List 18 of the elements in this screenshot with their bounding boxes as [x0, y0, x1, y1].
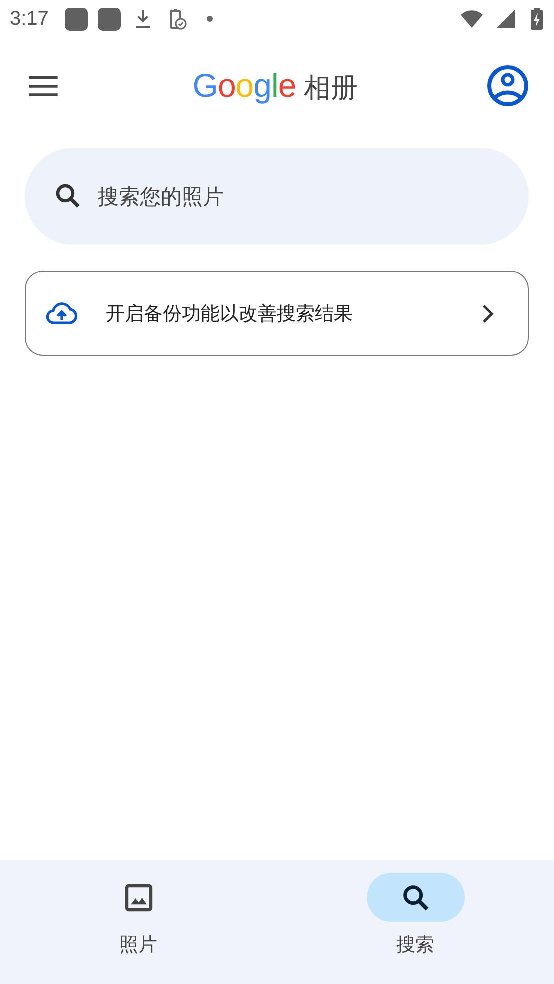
search-field[interactable]: 搜索您的照片 [25, 148, 529, 245]
nav-tab[interactable] [366, 873, 464, 922]
account-icon[interactable] [487, 65, 529, 107]
nav-label[interactable]: 照片 [120, 932, 158, 958]
notification-icon [64, 8, 88, 30]
cloud-upload-icon [46, 302, 78, 326]
backup-card[interactable]: 开启备份功能以改善搜索结果 [25, 271, 529, 356]
more-notifications-icon [206, 16, 213, 22]
status-time: 3:17 [10, 8, 49, 30]
chevron-right-icon [482, 304, 494, 324]
backup-prompt: 开启备份功能以改善搜索结果 [106, 302, 354, 326]
nav-label[interactable]: 搜索 [396, 932, 434, 958]
google-logo: Google [192, 66, 296, 104]
menu-icon[interactable] [29, 76, 58, 96]
image-icon [122, 882, 154, 914]
app-title: 相册 [304, 72, 358, 106]
battery-icon [530, 7, 544, 31]
notification-icon [98, 8, 121, 30]
